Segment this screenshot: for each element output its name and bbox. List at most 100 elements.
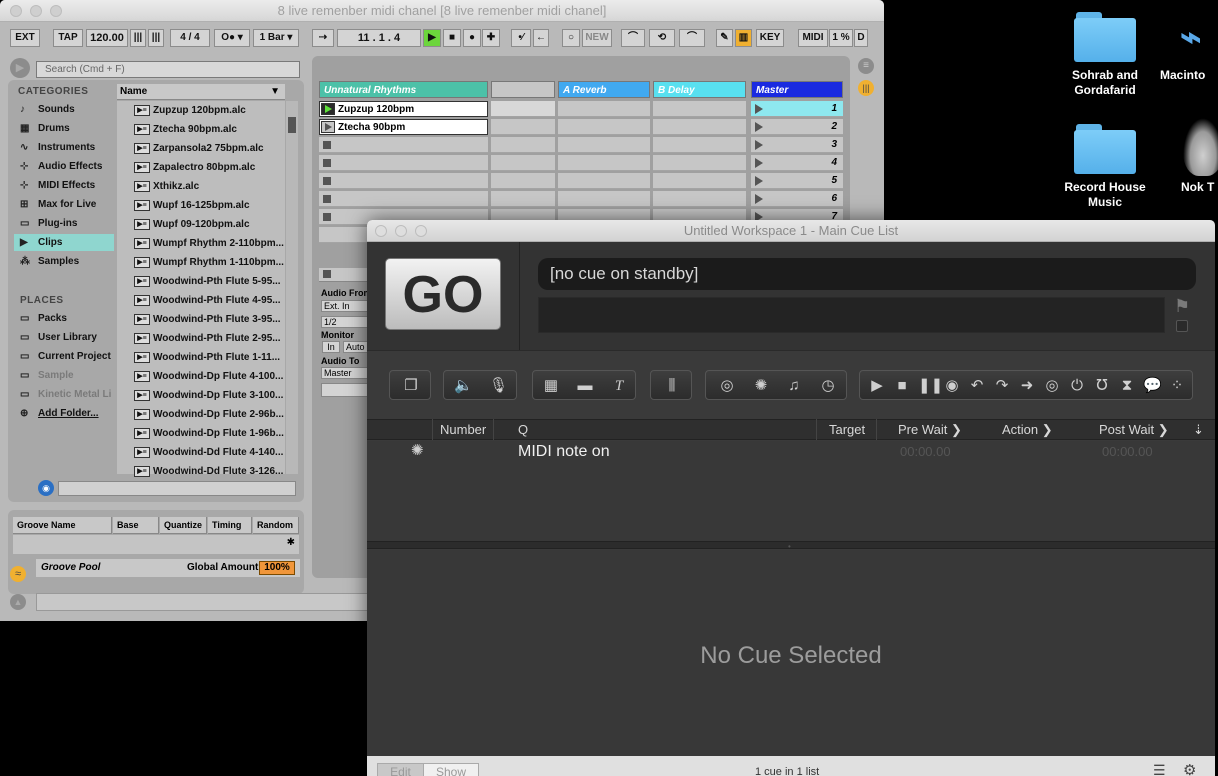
place-item[interactable]: ⊕ Add Folder...	[14, 405, 114, 422]
group-cue-button[interactable]: ❐	[389, 370, 431, 400]
clip-slot[interactable]	[319, 173, 488, 189]
record-cue-icon[interactable]: ◉	[943, 378, 961, 394]
load-cue-icon[interactable]: ↷	[993, 378, 1011, 394]
place-item[interactable]: ▭ User Library	[14, 329, 114, 346]
punch-out-icon[interactable]: ⌒	[679, 29, 705, 47]
groove-column-header[interactable]: Base	[113, 517, 159, 534]
ext-sync-button[interactable]: EXT	[10, 29, 40, 47]
browser-file-item[interactable]: ▶≡ Woodwind-Pth Flute 3-95...	[132, 310, 284, 329]
browser-file-item[interactable]: ▶≡ Woodwind-Dp Flute 1-96b...	[132, 424, 284, 443]
clip-slot[interactable]	[491, 119, 555, 135]
groove-column-header[interactable]: Quantize	[160, 517, 207, 534]
back-to-arrangement-icon[interactable]: ←	[533, 29, 549, 47]
stop-button-icon[interactable]	[323, 141, 331, 149]
target-cue-icon[interactable]: ◎	[1043, 378, 1061, 394]
timecode-cue-icon[interactable]: ◷	[819, 378, 837, 394]
category-item[interactable]: ⊹ Audio Effects	[14, 158, 114, 175]
monitor-in-button[interactable]: In	[322, 341, 340, 353]
stop-button-icon[interactable]	[323, 177, 331, 185]
clip-slot[interactable]	[319, 155, 488, 171]
track-header-a-reverb[interactable]: A Reverb	[558, 81, 650, 98]
flag-checkbox[interactable]	[1176, 320, 1188, 332]
scene-launch[interactable]: 3	[751, 137, 843, 153]
clip-slot[interactable]	[491, 101, 555, 117]
monitor-auto-button[interactable]: Auto	[343, 341, 369, 353]
category-item[interactable]: ⊹ MIDI Effects	[14, 177, 114, 194]
close-button[interactable]	[10, 5, 22, 17]
postwait-column-header[interactable]: Post Wait ❯	[1099, 420, 1169, 439]
desktop-drive-macintosh[interactable]: ⌁ Macinto	[1160, 12, 1218, 83]
automation-arm-icon[interactable]: •⁄	[511, 29, 531, 47]
metronome-button[interactable]: O● ▾	[214, 29, 250, 47]
desktop-image-nok[interactable]: Nok T	[1165, 118, 1218, 195]
category-item[interactable]: ▶ Clips	[14, 234, 114, 251]
draw-mode-icon[interactable]: ✎	[716, 29, 733, 47]
browser-file-item[interactable]: ▶≡ Woodwind-Dd Flute 4-140...	[132, 443, 284, 462]
clip-slot[interactable]	[491, 155, 555, 171]
show-mode-button[interactable]: Show	[423, 763, 479, 776]
clip-slot[interactable]: Ztecha 90bpm	[319, 119, 488, 135]
browser-file-item[interactable]: ▶≡ Wumpf Rhythm 1-110bpm...	[132, 253, 284, 272]
midi-cue-icon[interactable]: ✺	[752, 378, 770, 394]
script-cue-icon[interactable]: ⁘	[1168, 378, 1186, 394]
lists-icon[interactable]: ☰	[1153, 762, 1166, 776]
desktop-folder-record-house[interactable]: Record House Music	[1055, 124, 1155, 210]
settings-gear-icon[interactable]: ⚙	[1183, 761, 1196, 776]
stop-button[interactable]: ■	[443, 29, 461, 47]
split-divider[interactable]: •	[367, 541, 1215, 551]
browser-file-item[interactable]: ▶≡ Wupf 09-120bpm.alc	[132, 215, 284, 234]
overdub-button[interactable]: ✚	[482, 29, 500, 47]
place-item[interactable]: ▭ Sample	[14, 367, 114, 384]
wait-cue-icon[interactable]: ⧗	[1118, 378, 1136, 394]
place-item[interactable]: ▭ Current Project	[14, 348, 114, 365]
track-header-unnatural-rhythms[interactable]: Unnatural Rhythms	[319, 81, 488, 98]
start-cue-icon[interactable]: ▶	[868, 378, 886, 394]
pause-cue-icon[interactable]: ❚❚	[918, 378, 943, 394]
reset-cue-icon[interactable]: ↶	[968, 378, 986, 394]
punch-icon[interactable]: ○	[562, 29, 580, 47]
session-view-icon[interactable]: |||	[858, 80, 874, 96]
quantization-menu[interactable]: 1 Bar ▾	[253, 29, 299, 47]
scene-launch[interactable]: 6	[751, 191, 843, 207]
audio-cue-icon[interactable]: 🔈	[454, 378, 473, 394]
devamp-cue-icon[interactable]: ℧	[1093, 378, 1111, 394]
category-item[interactable]: ♪ Sounds	[14, 101, 114, 118]
audio-to-select[interactable]: Master	[321, 367, 369, 379]
punch-in-icon[interactable]: ⌒	[621, 29, 645, 47]
track-header-empty[interactable]	[491, 81, 555, 98]
clip-launch-icon[interactable]	[321, 121, 335, 133]
minimize-button[interactable]	[395, 225, 407, 237]
goto-cue-icon[interactable]: ➜	[1018, 378, 1036, 394]
browser-file-item[interactable]: ▶≡ Zupzup 120bpm.alc	[132, 101, 284, 120]
name-column-header[interactable]: Name ▼	[117, 84, 285, 100]
scene-launch[interactable]: 2	[751, 119, 843, 135]
browser-file-item[interactable]: ▶≡ Woodwind-Dp Flute 4-100...	[132, 367, 284, 386]
place-item[interactable]: ▭ Packs	[14, 310, 114, 327]
key-map-button[interactable]: KEY	[756, 29, 784, 47]
video-cue-icon[interactable]: ▦	[542, 378, 560, 394]
browser-toggle-icon[interactable]: ▶	[10, 58, 30, 78]
close-button[interactable]	[375, 225, 387, 237]
stop-button-icon[interactable]	[323, 159, 331, 167]
tap-tempo-button[interactable]: TAP	[53, 29, 83, 47]
action-column-header[interactable]: Action ❯	[1002, 420, 1053, 439]
memo-cue-icon[interactable]: 💬	[1143, 378, 1162, 394]
light-cue-icon[interactable]: ◎	[718, 378, 736, 394]
prewait-column-header[interactable]: Pre Wait ❯	[898, 420, 962, 439]
flag-icon[interactable]: ⚑	[1174, 296, 1194, 316]
zoom-button[interactable]	[415, 225, 427, 237]
text-cue-icon[interactable]: T	[610, 378, 628, 394]
disarm-cue-icon[interactable]: ⏻	[1068, 378, 1086, 394]
scene-launch[interactable]: 5	[751, 173, 843, 189]
cue-notes-field[interactable]	[538, 297, 1165, 333]
stop-button-icon[interactable]	[323, 213, 331, 221]
arrangement-position-field[interactable]: 11 . 1 . 4	[337, 29, 421, 47]
audio-from-select[interactable]: Ext. In	[321, 300, 369, 312]
info-toggle-icon[interactable]: ▲	[10, 594, 26, 610]
loop-icon[interactable]: ⟲	[649, 29, 675, 47]
record-button[interactable]: ●	[463, 29, 481, 47]
clip-slot[interactable]: Zupzup 120bpm	[319, 101, 488, 117]
category-item[interactable]: ⊞ Max for Live	[14, 196, 114, 213]
browser-file-item[interactable]: ▶≡ Woodwind-Pth Flute 4-95...	[132, 291, 284, 310]
play-button[interactable]: ▶	[423, 29, 441, 47]
